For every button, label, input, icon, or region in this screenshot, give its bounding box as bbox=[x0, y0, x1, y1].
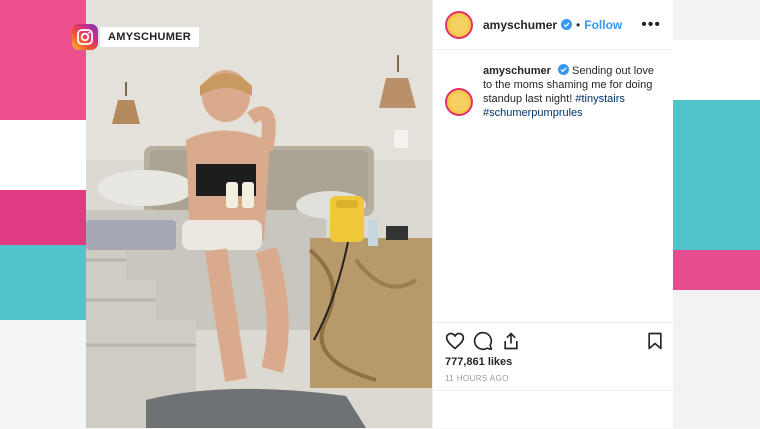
avatar-emoji-icon bbox=[450, 15, 468, 34]
header-username[interactable]: amyschumer bbox=[483, 18, 557, 32]
likes-count[interactable]: 777,861 likes bbox=[445, 356, 512, 368]
caption-text: amyschumer Sending out love to the moms … bbox=[483, 64, 655, 120]
follow-button[interactable]: Follow bbox=[584, 18, 622, 32]
post-photo[interactable] bbox=[86, 0, 432, 428]
hashtag-tinystairs[interactable]: #tinystairs bbox=[575, 93, 625, 105]
post-panel: amyschumer • Follow ••• amyschumer Sendi… bbox=[432, 0, 673, 428]
post-actions bbox=[433, 322, 673, 357]
post-header: amyschumer • Follow ••• bbox=[433, 0, 673, 50]
avatar[interactable] bbox=[445, 10, 473, 39]
post-photo-illustration bbox=[86, 0, 432, 428]
heart-icon[interactable] bbox=[445, 331, 465, 351]
bookmark-icon[interactable] bbox=[645, 331, 665, 351]
left-background-stripes bbox=[0, 0, 86, 428]
caption-verified-icon bbox=[557, 64, 569, 75]
share-icon[interactable] bbox=[501, 331, 521, 351]
post-timestamp: 11 HOURS AGO bbox=[445, 374, 509, 383]
badge-handle: AMYSCHUMER bbox=[100, 27, 200, 47]
comment-icon[interactable] bbox=[473, 331, 493, 351]
verified-badge-icon bbox=[561, 19, 573, 30]
instagram-handle-badge: AMYSCHUMER bbox=[72, 24, 200, 50]
caption-avatar-emoji-icon bbox=[450, 93, 468, 111]
right-background-stripes bbox=[672, 0, 760, 428]
caption-username[interactable]: amyschumer bbox=[483, 65, 551, 77]
instagram-icon bbox=[72, 24, 98, 50]
hashtag-schumerpumprules[interactable]: #schumerpumprules bbox=[483, 107, 583, 119]
panel-footer bbox=[433, 390, 673, 429]
post-caption: amyschumer Sending out love to the moms … bbox=[433, 50, 673, 120]
separator-dot: • bbox=[576, 17, 581, 32]
caption-avatar[interactable] bbox=[445, 88, 473, 116]
more-options-icon[interactable]: ••• bbox=[641, 16, 661, 34]
